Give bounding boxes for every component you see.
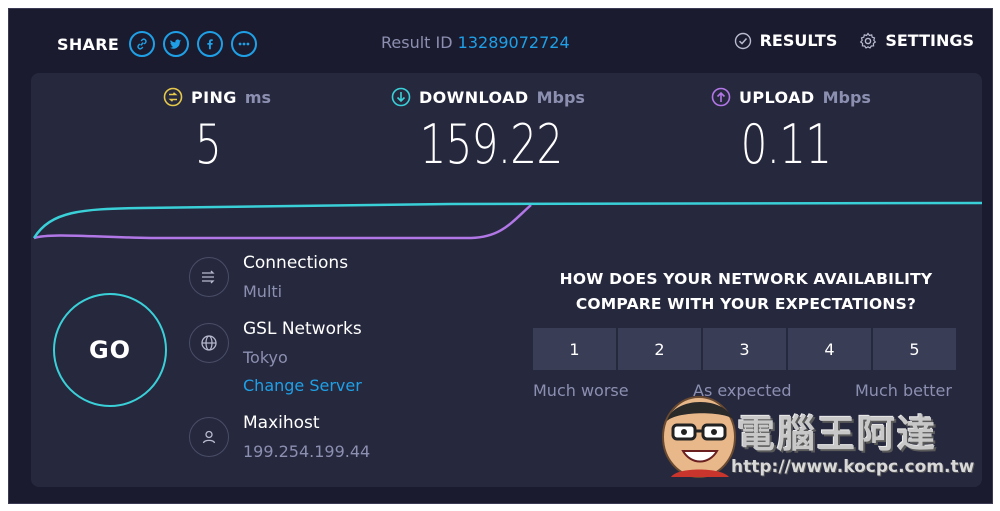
ping-value: 5 [194,113,222,176]
ping-label: PING [191,87,237,107]
download-value: 159.22 [419,113,563,176]
user-icon [189,417,229,457]
results-label: RESULTS [759,31,838,50]
settings-button[interactable]: SETTINGS [859,31,974,50]
download-icon [391,87,411,107]
host-ip: 199.254.199.44 [243,442,371,461]
result-id-link[interactable]: 13289072724 [458,33,570,52]
watermark-text: 電腦王阿達 [737,412,938,456]
rating-scale: 1 2 3 4 5 [533,328,956,370]
gear-icon [860,31,877,49]
settings-label: SETTINGS [885,31,974,50]
upload-icon [711,87,731,107]
speed-graph [32,201,982,240]
upload-metric: UPLOAD Mbps 0.11 [711,87,911,176]
survey-question: HOW DOES YOUR NETWORK AVAILABILITY COMPA… [531,267,961,317]
download-metric: DOWNLOAD Mbps 159.22 [391,87,611,176]
upload-value: 0.11 [740,113,832,176]
link-icon[interactable] [129,31,156,57]
ping-unit: ms [244,87,272,107]
result-id-label: Result ID [381,33,453,52]
download-label: DOWNLOAD [419,87,529,107]
watermark-url: http://www.kocpc.com.tw [731,457,975,477]
twitter-icon[interactable] [163,31,190,57]
rating-option-4[interactable]: 4 [788,328,871,370]
rating-option-5[interactable]: 5 [873,328,956,370]
survey-question-line2: COMPARE WITH YOUR EXPECTATIONS? [575,295,917,313]
rating-option-3[interactable]: 3 [703,328,786,370]
check-circle-icon [734,32,751,49]
result-id: Result ID 13289072724 [381,33,570,52]
results-button[interactable]: RESULTS [734,31,838,50]
change-server-link[interactable]: Change Server [243,376,362,395]
upload-unit: Mbps [822,87,871,107]
results-card: PING ms 5 DOWNLOAD Mbps 159.22 UPLOAD Mb… [31,73,982,487]
rating-option-1[interactable]: 1 [533,328,616,370]
share-label: SHARE [57,34,120,54]
top-actions: RESULTS SETTINGS [734,31,974,50]
host-name: Maxihost [243,413,320,433]
connections-value: Multi [243,282,283,301]
server-location: Tokyo [243,348,288,367]
facebook-icon[interactable] [197,31,224,57]
ping-metric: PING ms 5 [163,87,283,176]
connections-title: Connections [243,253,349,273]
upload-label: UPLOAD [739,87,815,107]
server-name: GSL Networks [243,319,362,339]
connections-icon[interactable] [189,257,229,297]
survey-question-line1: HOW DOES YOUR NETWORK AVAILABILITY [559,270,933,288]
speedtest-window: SHARE Result ID 13289072724 RESULTS SETT… [8,8,993,504]
ping-icon [163,87,183,107]
rating-option-2[interactable]: 2 [618,328,701,370]
rating-label-low: Much worse [533,381,629,400]
more-icon[interactable] [231,31,258,57]
top-bar: SHARE Result ID 13289072724 RESULTS SETT… [9,9,992,73]
download-line [32,201,982,239]
share-bar: SHARE [57,31,258,57]
globe-icon [189,323,229,363]
download-unit: Mbps [536,87,585,107]
go-button[interactable]: GO [53,293,167,407]
